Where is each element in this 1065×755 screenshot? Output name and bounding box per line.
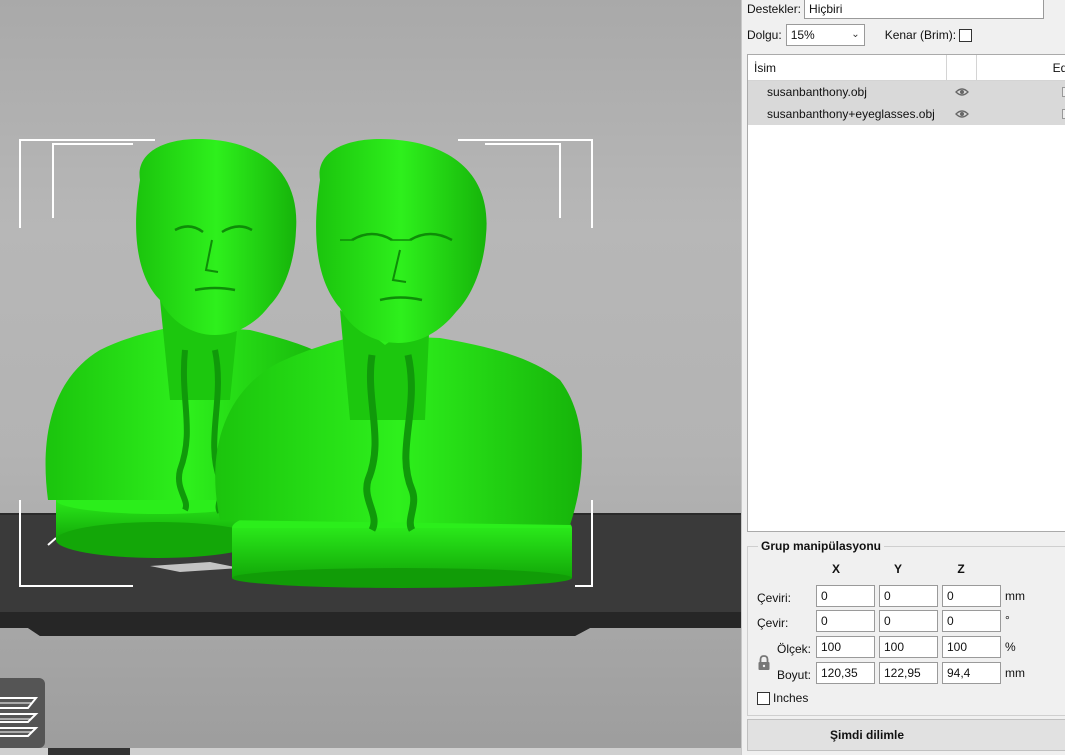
list-item[interactable]: susanbanthony+eyeglasses.obj — [748, 103, 1065, 125]
infill-value: 15% — [790, 28, 815, 42]
brim-checkbox[interactable] — [959, 28, 973, 42]
rotate-y-input[interactable]: 0 — [879, 610, 938, 632]
edit-cell[interactable] — [977, 109, 1065, 119]
column-visibility[interactable] — [947, 55, 977, 80]
layer-view-button[interactable] — [0, 678, 45, 748]
size-y-input[interactable]: 122,95 — [879, 662, 938, 684]
object-name: susanbanthony.obj — [767, 85, 867, 99]
translate-x-input[interactable]: 0 — [816, 585, 875, 607]
object-list[interactable]: İsim Edi susanbanthony.obj susanbanthony… — [747, 54, 1065, 532]
translate-y-input[interactable]: 0 — [879, 585, 938, 607]
translate-label: Çeviri: — [757, 591, 792, 605]
column-name[interactable]: İsim — [748, 55, 947, 80]
slice-now-label: Şimdi dilimle — [829, 728, 904, 742]
timeline-thumb[interactable] — [48, 748, 130, 755]
axis-y-label: Y — [893, 562, 902, 576]
supports-label: Destekler: — [747, 2, 802, 16]
timeline-strip[interactable] — [0, 748, 741, 755]
scale-x-input[interactable]: 100 — [816, 636, 875, 658]
inches-checkbox[interactable] — [757, 691, 770, 705]
eye-icon[interactable] — [947, 87, 977, 97]
list-item[interactable]: susanbanthony.obj — [748, 81, 1065, 103]
size-z-input[interactable]: 94,4 — [942, 662, 1001, 684]
rotate-z-input[interactable]: 0 — [942, 610, 1001, 632]
rotate-label: Çevir: — [757, 616, 789, 630]
brim-label: Kenar (Brim): — [884, 28, 957, 42]
edit-cell[interactable] — [977, 87, 1065, 97]
size-label: Boyut: — [777, 668, 812, 682]
size-unit: mm — [1005, 666, 1025, 680]
translate-unit: mm — [1005, 589, 1025, 603]
translate-z-input[interactable]: 0 — [942, 585, 1001, 607]
object-name: susanbanthony+eyeglasses.obj — [767, 107, 935, 121]
chevron-down-icon: ⌄ — [851, 29, 860, 40]
axis-z-label: Z — [957, 562, 965, 576]
infill-label: Dolgu: — [747, 28, 782, 42]
rotate-x-input[interactable]: 0 — [816, 610, 875, 632]
axis-x-label: X — [831, 562, 840, 576]
size-x-input[interactable]: 120,35 — [816, 662, 875, 684]
column-edit[interactable]: Edi — [977, 55, 1065, 80]
infill-select[interactable]: 15% ⌄ — [785, 24, 865, 46]
rotate-unit: ° — [1005, 613, 1010, 627]
slice-now-button[interactable]: Şimdi dilimle — [747, 719, 1065, 751]
supports-select[interactable]: Hiçbiri — [804, 0, 1045, 19]
settings-panel: Destekler: Hiçbiri Dolgu: 15% ⌄ Kenar (B… — [741, 0, 1065, 755]
scale-z-input[interactable]: 100 — [942, 636, 1001, 658]
object-list-header: İsim Edi — [748, 55, 1065, 81]
lock-icon[interactable] — [757, 655, 771, 674]
inches-label: Inches — [773, 691, 809, 705]
scale-y-input[interactable]: 100 — [879, 636, 938, 658]
layers-icon — [0, 697, 39, 737]
scale-unit: % — [1005, 640, 1016, 654]
eye-icon[interactable] — [947, 109, 977, 119]
3d-viewport[interactable] — [0, 0, 741, 755]
scene-canvas[interactable] — [0, 0, 741, 755]
scale-label: Ölçek: — [777, 642, 812, 656]
group-manipulation: Grup manipülasyonu X Y Z Çeviri: 0 0 0 m… — [747, 539, 1065, 716]
group-manipulation-title: Grup manipülasyonu — [758, 539, 885, 553]
